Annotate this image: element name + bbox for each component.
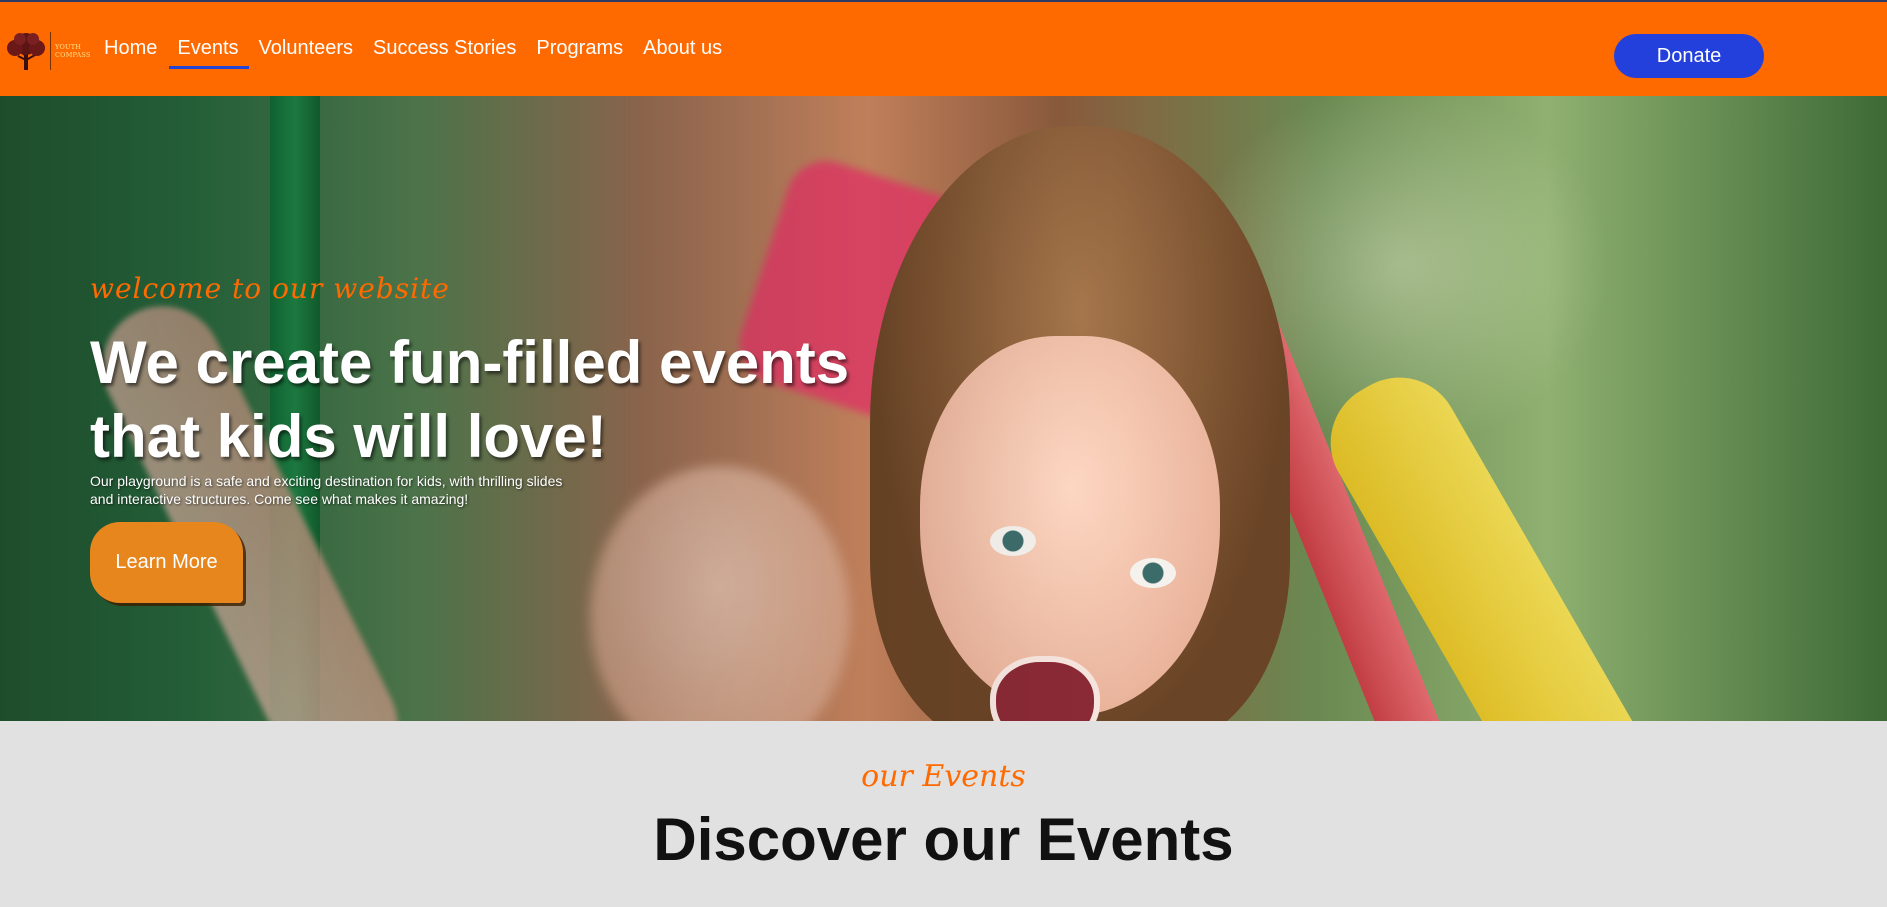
nav-volunteers[interactable]: Volunteers [249, 36, 364, 60]
nav-success-stories[interactable]: Success Stories [363, 36, 526, 60]
hero-banner: welcome to our website We create fun-fil… [0, 96, 1887, 721]
main-nav: Home Events Volunteers Success Stories P… [104, 36, 732, 69]
navbar: YOUTH COMPASS Home Events Volunteers Suc… [0, 2, 1887, 96]
nav-events[interactable]: Events [167, 36, 249, 69]
hero-title-line2: that kids will love! [90, 403, 607, 470]
learn-more-button[interactable]: Learn More [90, 522, 243, 603]
nav-home[interactable]: Home [104, 36, 167, 60]
hero-description: Our playground is a safe and exciting de… [90, 473, 563, 507]
events-title: Discover our Events [653, 806, 1234, 873]
nav-about-us[interactable]: About us [633, 36, 732, 60]
tree-logo-icon [7, 33, 45, 70]
logo-text: YOUTH COMPASS [55, 43, 91, 59]
site-logo[interactable]: YOUTH COMPASS [4, 30, 91, 72]
events-section: our Events Discover our Events [0, 721, 1887, 907]
logo-divider [50, 32, 51, 70]
donate-button[interactable]: Donate [1614, 34, 1764, 78]
nav-programs[interactable]: Programs [526, 36, 633, 60]
hero-title: We create fun-filled events that kids wi… [90, 326, 890, 474]
hero-subtitle: welcome to our website [90, 272, 450, 305]
events-subtitle: our Events [861, 759, 1026, 794]
hero-title-line1: We create fun-filled events [90, 329, 850, 396]
logo-text-line2: COMPASS [55, 51, 91, 59]
logo-text-line1: YOUTH [55, 43, 82, 51]
